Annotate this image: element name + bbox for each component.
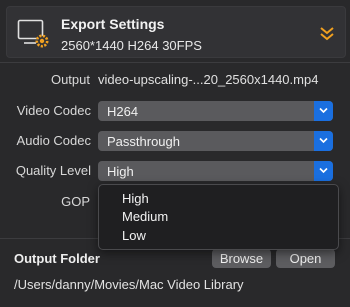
- menu-item-low[interactable]: Low: [122, 228, 146, 243]
- double-chevron-down-icon[interactable]: [319, 25, 335, 41]
- browse-button[interactable]: Browse: [212, 249, 271, 268]
- divider: [0, 62, 350, 63]
- export-settings-title: Export Settings: [61, 16, 165, 32]
- audio-codec-select[interactable]: Passthrough: [98, 131, 333, 151]
- chevron-down-icon: [319, 107, 328, 114]
- quality-level-dropdown-button[interactable]: [314, 161, 333, 181]
- video-codec-select[interactable]: H264: [98, 101, 333, 121]
- chevron-down-icon: [319, 167, 328, 174]
- video-codec-value: H264: [107, 104, 139, 119]
- output-label: Output: [50, 72, 90, 87]
- export-settings-subtitle: 2560*1440 H264 30FPS: [61, 38, 202, 53]
- export-settings-panel: Export Settings 2560*1440 H264 30FPS Out…: [0, 0, 350, 307]
- output-folder-path: /Users/danny/Movies/Mac Video Library: [14, 277, 244, 292]
- export-settings-header[interactable]: Export Settings 2560*1440 H264 30FPS: [6, 6, 346, 58]
- quality-level-select[interactable]: High: [98, 161, 333, 181]
- audio-codec-label: Audio Codec: [16, 133, 91, 148]
- audio-codec-value: Passthrough: [107, 134, 180, 149]
- gop-label: GOP: [61, 194, 90, 209]
- audio-codec-dropdown-button[interactable]: [314, 131, 333, 151]
- menu-item-medium[interactable]: Medium: [122, 209, 168, 224]
- quality-level-label: Quality Level: [15, 163, 91, 178]
- open-button[interactable]: Open: [276, 249, 335, 268]
- video-codec-label: Video Codec: [16, 103, 91, 118]
- monitor-gear-icon: [17, 19, 49, 48]
- output-filename: video-upscaling-...20_2560x1440.mp4: [98, 72, 319, 87]
- quality-level-menu: High Medium Low: [98, 184, 339, 250]
- quality-level-value: High: [107, 164, 134, 179]
- video-codec-dropdown-button[interactable]: [314, 101, 333, 121]
- output-folder-title: Output Folder: [14, 251, 100, 266]
- menu-item-high[interactable]: High: [122, 191, 149, 206]
- chevron-down-icon: [319, 137, 328, 144]
